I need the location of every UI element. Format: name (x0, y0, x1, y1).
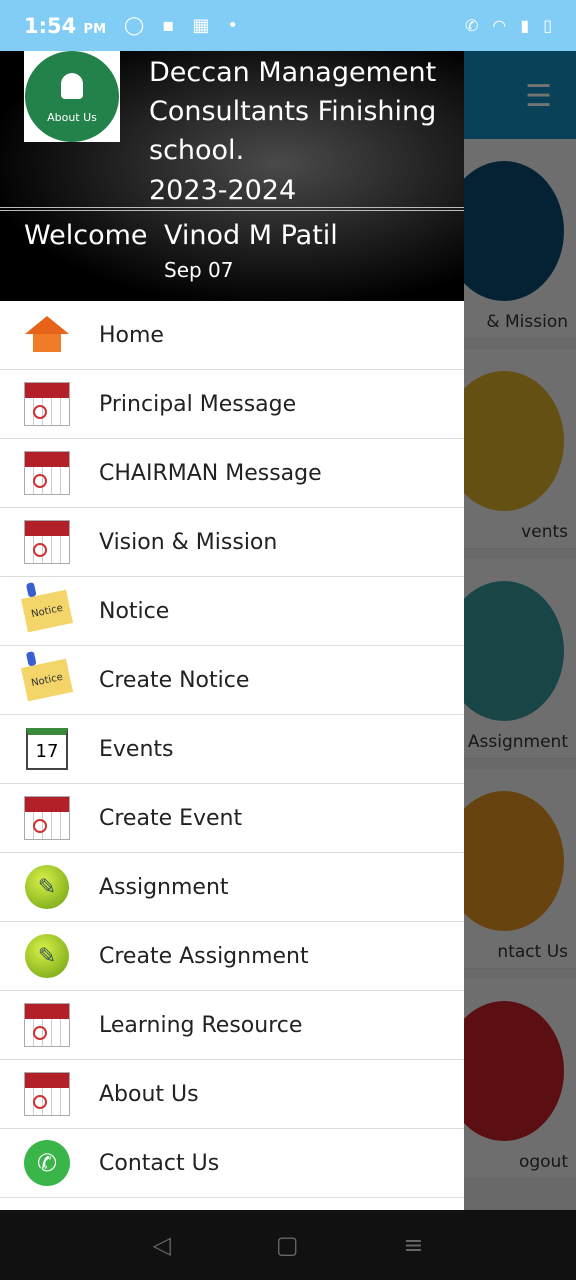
drawer-header: About Us Deccan Management Consultants F… (0, 51, 464, 301)
menu-item-label: Learning Resource (99, 1012, 303, 1038)
battery-icon: ▯ (543, 16, 552, 35)
app-icon: ▦ (192, 15, 210, 36)
logo: About Us (24, 51, 120, 142)
menu-item-label: Events (99, 736, 174, 762)
menu-item-label: Home (99, 322, 164, 348)
menu-item-label: Contact Us (99, 1150, 220, 1176)
calendar-icon (23, 380, 71, 428)
system-nav-bar: ◁ ▢ ≡ (0, 1210, 576, 1280)
call-icon: ✆ (465, 16, 479, 35)
menu-item-contact-us[interactable]: ✆ Contact Us (0, 1129, 464, 1198)
home-button-icon[interactable]: ▢ (276, 1231, 299, 1259)
menu-item-label: Notice (99, 598, 170, 624)
green-ball-icon: ✎ (23, 932, 71, 980)
green-ball-icon: ✎ (23, 863, 71, 911)
drawer-menu: Home Principal Message CHAIRMAN Message Vis… (0, 301, 464, 1198)
user-name: Vinod M Patil (164, 220, 338, 251)
menu-item-label: Create Assignment (99, 943, 309, 969)
menu-item-assignment[interactable]: ✎ Assignment (0, 853, 464, 922)
menu-item-create-notice[interactable]: Notice Create Notice (0, 646, 464, 715)
notice-icon: Notice (20, 656, 74, 704)
academic-year: 2023-2024 (149, 175, 297, 206)
menu-item-label: Assignment (99, 874, 229, 900)
person-icon (61, 73, 83, 99)
menu-item-label: Principal Message (99, 391, 297, 417)
menu-item-create-assignment[interactable]: ✎ Create Assignment (0, 922, 464, 991)
calendar-icon (23, 794, 71, 842)
navigation-drawer: About Us Deccan Management Consultants F… (0, 51, 464, 1210)
menu-item-notice[interactable]: Notice Notice (0, 577, 464, 646)
notification-icon: ▪ (162, 15, 175, 36)
menu-item-events[interactable]: 17 Events (0, 715, 464, 784)
divider (0, 207, 464, 211)
dot-icon: • (227, 15, 239, 36)
menu-item-label: Create Event (99, 805, 243, 831)
menu-item-about-us[interactable]: About Us (0, 1060, 464, 1129)
date: Sep 07 (164, 258, 234, 282)
signal-icon: ▮ (520, 16, 530, 35)
school-title: Deccan Management Consultants Finishing … (149, 57, 437, 166)
whatsapp-icon: ◯ (124, 15, 145, 36)
calendar-icon (23, 1001, 71, 1049)
menu-item-label: CHAIRMAN Message (99, 460, 322, 486)
menu-item-principal-message[interactable]: Principal Message (0, 370, 464, 439)
menu-item-label: Vision & Mission (99, 529, 278, 555)
menu-item-learning-resource[interactable]: Learning Resource (0, 991, 464, 1060)
home-icon (23, 311, 71, 359)
wifi-icon: ◠ (492, 16, 507, 35)
back-icon[interactable]: ◁ (152, 1231, 170, 1259)
events-icon: 17 (23, 725, 71, 773)
calendar-icon (23, 449, 71, 497)
menu-item-vision-mission[interactable]: Vision & Mission (0, 508, 464, 577)
menu-item-label: Create Notice (99, 667, 250, 693)
menu-item-chairman-message[interactable]: CHAIRMAN Message (0, 439, 464, 508)
clock: 1:54 PM (24, 13, 107, 38)
calendar-icon (23, 1070, 71, 1118)
status-bar: 1:54 PM ◯ ▪ ▦ • ✆ ◠ ▮ ▯ (0, 0, 576, 51)
calendar-icon (23, 518, 71, 566)
menu-item-create-event[interactable]: Create Event (0, 784, 464, 853)
menu-icon[interactable]: ≡ (403, 1231, 423, 1259)
notice-icon: Notice (20, 587, 74, 635)
menu-item-label: About Us (99, 1081, 199, 1107)
phone-icon: ✆ (23, 1139, 71, 1187)
menu-item-home[interactable]: Home (0, 301, 464, 370)
welcome-label: Welcome (24, 220, 148, 251)
